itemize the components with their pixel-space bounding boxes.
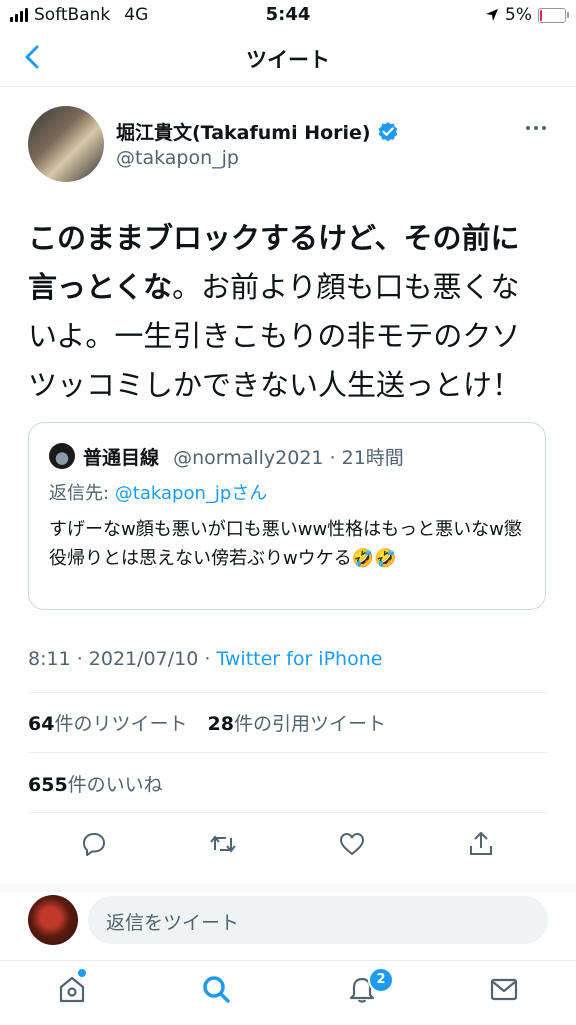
tweet-actions <box>0 822 576 866</box>
battery-icon <box>538 7 569 23</box>
retweet-count: 64 <box>28 713 55 735</box>
author-handle[interactable]: @takapon_jp <box>116 147 239 169</box>
tab-bar: 2 <box>0 960 576 1025</box>
retweet-stats: 64件のリツイート 28件の引用ツイート <box>28 709 386 736</box>
tweet-timestamp: 8:11 · 2021/07/10 · Twitter for iPhone <box>28 648 382 670</box>
quoted-author-name: 普通目線 <box>83 447 160 469</box>
battery-percent: 5% <box>505 5 532 25</box>
verified-badge-icon <box>378 121 398 141</box>
like-label: 件のいいね <box>67 774 163 796</box>
quote-count-link[interactable]: 28件の引用ツイート <box>208 713 386 735</box>
reply-to-line: 返信先: @takapon_jpさん <box>49 479 267 505</box>
divider <box>28 812 548 813</box>
nav-bar: ツイート <box>0 30 576 87</box>
own-avatar <box>28 895 78 945</box>
tweet-source[interactable]: Twitter for iPhone <box>216 648 382 670</box>
notifications-badge: 2 <box>368 967 394 993</box>
section-separator <box>0 884 576 892</box>
author-name-row[interactable]: 堀江貴文(Takafumi Horie) <box>116 118 399 145</box>
retweet-label: 件のリツイート <box>54 713 188 735</box>
home-new-dot <box>78 969 86 977</box>
retweet-count-link[interactable]: 64件のリツイート <box>28 713 187 735</box>
divider <box>28 692 548 693</box>
battery-level <box>540 9 542 21</box>
like-heart-icon[interactable] <box>338 830 366 858</box>
quote-label: 件の引用ツイート <box>233 713 386 735</box>
share-icon[interactable] <box>467 830 495 858</box>
quoted-author-line: 普通目線 @normally2021 · 21時間 <box>83 443 404 470</box>
quoted-tweet[interactable]: 普通目線 @normally2021 · 21時間 返信先: @takapon_… <box>28 422 546 610</box>
location-arrow-icon <box>486 9 499 21</box>
reply-icon[interactable] <box>80 830 108 858</box>
reply-to-prefix: 返信先: <box>49 483 115 504</box>
time-date: 8:11 · 2021/07/10 · <box>28 648 217 670</box>
quoted-tweet-text: すげーなw顔も悪いが口も悪いww性格はもっと悪いなw懲役帰りとは思えない傍若ぶり… <box>49 519 522 569</box>
search-icon[interactable] <box>200 973 232 1005</box>
quote-count: 28 <box>207 713 234 735</box>
tweet-text: このままブロックするけど、その前に言っとくな。お前より顔も口も悪くないよ。一生引… <box>28 214 548 410</box>
author-name[interactable]: 堀江貴文(Takafumi Horie) <box>116 118 371 145</box>
reply-input[interactable]: 返信をツイート <box>88 896 548 944</box>
home-icon[interactable] <box>56 973 88 1005</box>
divider <box>28 752 548 753</box>
quoted-author-avatar <box>49 443 75 469</box>
like-count-link[interactable]: 655件のいいね <box>28 770 163 797</box>
quoted-handle-time: @normally2021 · 21時間 <box>173 447 404 469</box>
author-avatar[interactable] <box>28 106 104 182</box>
status-bar: SoftBank 4G 5:44 5% <box>0 0 576 30</box>
like-count: 655 <box>28 774 68 796</box>
page-title: ツイート <box>246 48 330 72</box>
reply-to-handle[interactable]: @takapon_jpさん <box>115 483 268 504</box>
more-options-icon[interactable] <box>524 120 548 136</box>
retweet-icon[interactable] <box>209 830 237 858</box>
messages-envelope-icon[interactable] <box>488 973 520 1005</box>
status-right: 5% <box>485 5 569 25</box>
